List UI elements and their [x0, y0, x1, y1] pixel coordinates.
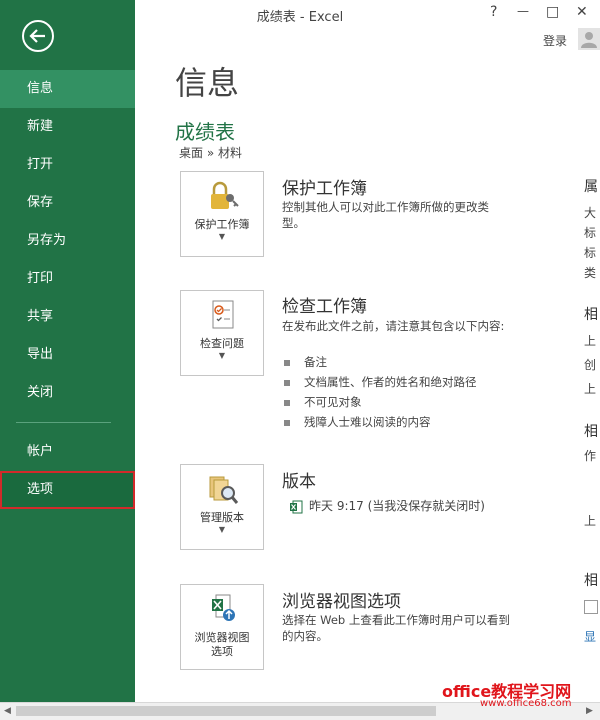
- related-people-heading: 相: [584, 424, 598, 440]
- nav-separator: [16, 422, 111, 423]
- browser-view-desc: 选择在 Web 上查看此工作簿时用户可以看到的内容。: [282, 613, 510, 643]
- versions-magnifier-icon: [209, 476, 239, 504]
- dropdown-caret-icon: ▼: [218, 351, 226, 360]
- property-label: 作: [584, 449, 597, 463]
- title-bar: 成绩表 - Excel ? — □ ✕ 登录: [135, 0, 600, 50]
- browser-view-options-label-2: 选项: [211, 645, 233, 658]
- protect-workbook-button-label: 保护工作簿: [194, 218, 250, 231]
- minimize-button[interactable]: —: [517, 4, 529, 18]
- lock-key-icon: [211, 181, 239, 209]
- manage-versions-button-label: 管理版本: [200, 511, 244, 524]
- related-docs-heading: 相: [584, 573, 598, 589]
- scroll-right-icon[interactable]: ▶: [586, 706, 593, 716]
- list-item: 残障人士难以阅读的内容: [284, 412, 477, 432]
- dropdown-caret-icon: ▼: [218, 232, 226, 241]
- property-label: 创: [584, 358, 597, 372]
- backstage-nav: 信息 新建 打开 保存 另存为 打印 共享 导出 关闭: [0, 70, 135, 412]
- list-item: 文档属性、作者的姓名和绝对路径: [284, 372, 477, 392]
- property-label: 上: [584, 382, 597, 396]
- browser-view-options-label-1: 浏览器视图: [194, 631, 250, 644]
- nav-close[interactable]: 关闭: [0, 374, 135, 412]
- inspect-workbook-title: 检查工作簿: [282, 297, 367, 317]
- browser-view-options-button[interactable]: 浏览器视图 选项: [180, 584, 264, 670]
- property-label: 类: [584, 266, 597, 280]
- excel-file-icon: [290, 500, 303, 513]
- backstage-nav-secondary: 帐户 选项: [0, 433, 135, 509]
- dropdown-caret-icon: ▼: [218, 525, 226, 534]
- nav-account[interactable]: 帐户: [0, 433, 135, 471]
- version-entry[interactable]: 昨天 9:17 (当我没保存就关闭时): [289, 497, 485, 514]
- watermark-url: www.office68.com: [480, 698, 572, 709]
- page-title: 信息: [175, 64, 240, 102]
- inspect-bullets: 备注 文档属性、作者的姓名和绝对路径 不可见对象 残障人士难以阅读的内容: [284, 352, 477, 432]
- related-dates-heading: 相: [584, 307, 598, 323]
- check-issues-button-label: 检查问题: [200, 337, 244, 350]
- checkbox[interactable]: [584, 600, 598, 614]
- back-button[interactable]: [22, 20, 54, 52]
- excel-web-icon: [212, 594, 235, 621]
- nav-save[interactable]: 保存: [0, 184, 135, 222]
- nav-export[interactable]: 导出: [0, 336, 135, 374]
- nav-open[interactable]: 打开: [0, 146, 135, 184]
- backstage-sidebar: 信息 新建 打开 保存 另存为 打印 共享 导出 关闭 帐户 选项: [0, 0, 135, 702]
- nav-share[interactable]: 共享: [0, 298, 135, 336]
- show-all-link[interactable]: 显: [584, 628, 596, 645]
- properties-panel: 属 大 标 标 类 相 上 创 上 相 作 上 相 显: [584, 0, 600, 702]
- nav-info[interactable]: 信息: [0, 70, 135, 108]
- property-label: 上: [584, 334, 597, 348]
- check-issues-button[interactable]: 检查问题 ▼: [180, 290, 264, 376]
- versions-title: 版本: [282, 472, 316, 492]
- scroll-left-icon[interactable]: ◀: [4, 706, 11, 716]
- property-label: 标: [584, 246, 597, 260]
- protect-workbook-title: 保护工作簿: [282, 179, 367, 199]
- nav-print[interactable]: 打印: [0, 260, 135, 298]
- help-button[interactable]: ?: [490, 4, 497, 20]
- inspect-workbook-desc: 在发布此文件之前，请注意其包含以下内容:: [282, 319, 505, 333]
- window-title: 成绩表 - Excel: [256, 10, 344, 25]
- document-name: 成绩表: [175, 120, 235, 144]
- breadcrumb[interactable]: 桌面 » 材料: [179, 144, 242, 161]
- list-item: 不可见对象: [284, 392, 477, 412]
- property-label: 标: [584, 226, 597, 240]
- nav-options[interactable]: 选项: [0, 471, 135, 509]
- version-entry-text: 昨天 9:17 (当我没保存就关闭时): [309, 499, 485, 513]
- nav-new[interactable]: 新建: [0, 108, 135, 146]
- login-link[interactable]: 登录: [543, 32, 567, 49]
- maximize-button[interactable]: □: [546, 4, 559, 20]
- back-arrow-icon: [29, 29, 45, 43]
- protect-workbook-desc: 控制其他人可以对此工作簿所做的更改类型。: [282, 200, 489, 230]
- manage-versions-button[interactable]: 管理版本 ▼: [180, 464, 264, 550]
- properties-heading: 属: [584, 179, 598, 195]
- property-label: 上: [584, 514, 597, 528]
- list-item: 备注: [284, 352, 477, 372]
- nav-save-as[interactable]: 另存为: [0, 222, 135, 260]
- scrollbar-thumb[interactable]: [16, 706, 436, 716]
- protect-workbook-button[interactable]: 保护工作簿 ▼: [180, 171, 264, 257]
- property-label: 大: [584, 206, 597, 220]
- browser-view-title: 浏览器视图选项: [282, 592, 401, 612]
- inspect-document-icon: [212, 300, 234, 329]
